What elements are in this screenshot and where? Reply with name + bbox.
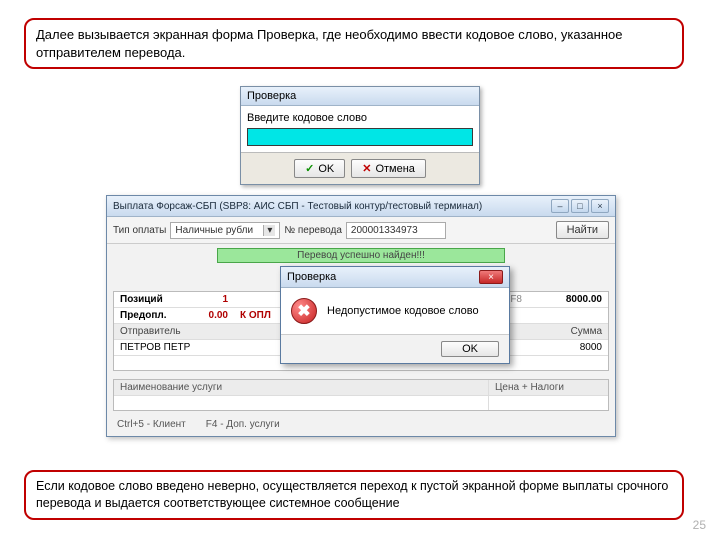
prepay-value: 0.00 bbox=[184, 308, 234, 323]
callout-top: Далее вызывается экранная форма Проверка… bbox=[24, 18, 684, 69]
maximize-icon[interactable]: □ bbox=[571, 199, 589, 213]
codeword-input[interactable] bbox=[247, 128, 473, 146]
error-close-button[interactable]: × bbox=[479, 270, 503, 284]
check-icon: ✓ bbox=[305, 162, 314, 175]
callout-bottom: Если кодовое слово введено неверно, осущ… bbox=[24, 470, 684, 520]
pay-type-value: Наличные рубли bbox=[175, 225, 253, 236]
sum-header: Сумма bbox=[508, 324, 608, 339]
error-message: Недопустимое кодовое слово bbox=[327, 305, 479, 317]
ok-label: OK bbox=[318, 163, 334, 175]
dialog-check-input: Проверка Введите кодовое слово ✓ OK ✕ От… bbox=[240, 86, 480, 185]
sum-value: 8000 bbox=[508, 340, 608, 355]
hint-extra: F4 - Доп. услуги bbox=[206, 419, 280, 430]
pay-type-label: Тип оплаты bbox=[113, 225, 166, 236]
service-name-header: Наименование услуги bbox=[114, 380, 488, 395]
page-number: 25 bbox=[693, 518, 706, 532]
transfer-no-value: 200001334973 bbox=[351, 225, 418, 236]
prepay-label: Предопл. bbox=[114, 308, 184, 323]
close-icon: ✕ bbox=[362, 162, 371, 175]
service-table: Наименование услуги Цена + Налоги bbox=[113, 379, 609, 411]
find-button[interactable]: Найти bbox=[556, 221, 609, 239]
transfer-no-input[interactable]: 200001334973 bbox=[346, 222, 446, 239]
hint-client: Ctrl+5 - Клиент bbox=[117, 419, 186, 430]
error-dialog: Проверка × ✖ Недопустимое кодовое слово … bbox=[280, 266, 510, 364]
dialog-check-prompt: Введите кодовое слово bbox=[247, 112, 473, 124]
total-amount: 8000.00 bbox=[528, 292, 608, 307]
pay-type-select[interactable]: Наличные рубли ▾ bbox=[170, 222, 280, 239]
transfer-no-label: № перевода bbox=[284, 225, 342, 236]
error-title: Проверка bbox=[287, 271, 336, 283]
dialog-check-title: Проверка bbox=[241, 87, 479, 106]
payout-window-title: Выплата Форсаж-СБП (SBP8: АИС СБП - Тест… bbox=[113, 201, 482, 212]
error-icon: ✖ bbox=[291, 298, 317, 324]
positions-value: 1 bbox=[184, 292, 234, 307]
status-found: Перевод успешно найден!!! bbox=[217, 248, 505, 263]
minimize-icon[interactable]: – bbox=[551, 199, 569, 213]
close-icon[interactable]: × bbox=[591, 199, 609, 213]
cancel-label: Отмена bbox=[375, 163, 414, 175]
ok-button[interactable]: ✓ OK bbox=[294, 159, 345, 178]
chevron-down-icon: ▾ bbox=[263, 225, 275, 236]
service-price-header: Цена + Налоги bbox=[488, 380, 608, 395]
cancel-button[interactable]: ✕ Отмена bbox=[351, 159, 426, 178]
positions-label: Позиций bbox=[114, 292, 184, 307]
error-ok-button[interactable]: OK bbox=[441, 341, 499, 357]
